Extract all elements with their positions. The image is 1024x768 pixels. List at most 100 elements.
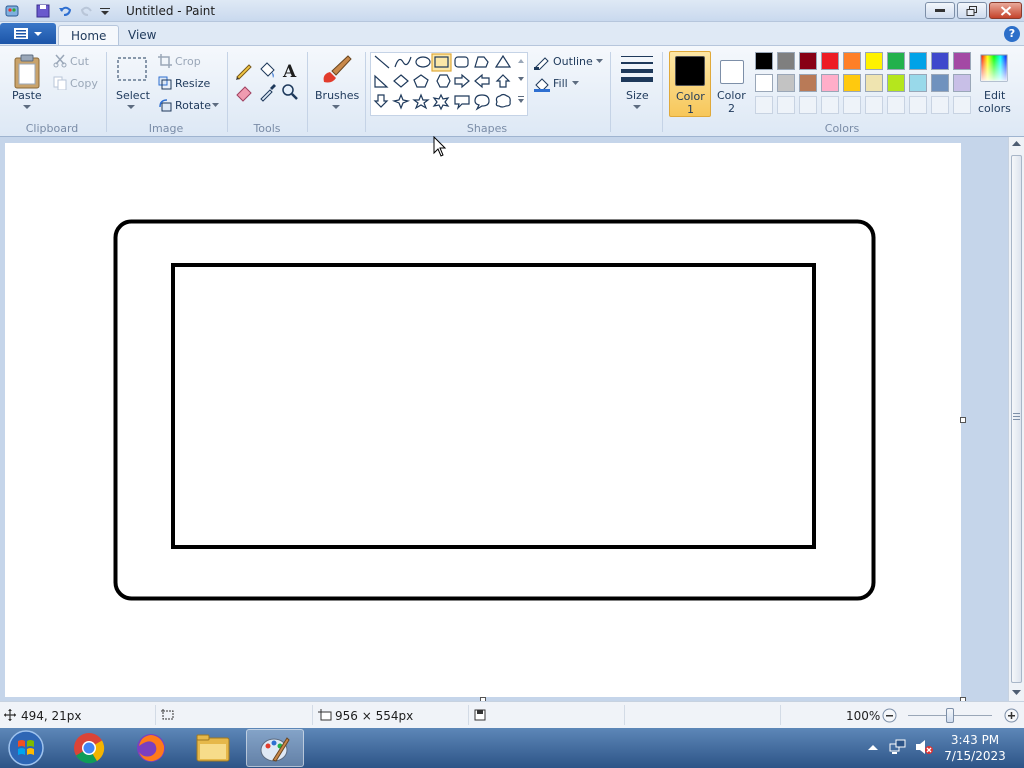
- text-icon[interactable]: A: [280, 60, 300, 80]
- palette-custom-slot[interactable]: [953, 96, 971, 114]
- palette-color-swatch[interactable]: [887, 74, 905, 92]
- four-point-star-shape-icon[interactable]: [391, 93, 411, 110]
- select-dropdown-icon[interactable]: [127, 105, 135, 110]
- redo-icon[interactable]: [79, 3, 95, 19]
- edit-colors-icon[interactable]: [980, 54, 1008, 82]
- left-arrow-shape-icon[interactable]: [474, 73, 490, 89]
- palette-custom-slot[interactable]: [931, 96, 949, 114]
- brushes-icon[interactable]: [318, 52, 354, 88]
- hexagon-shape-icon[interactable]: [436, 74, 451, 88]
- select-icon[interactable]: [116, 56, 148, 84]
- fill-bucket-icon[interactable]: [257, 60, 277, 80]
- palette-custom-slot[interactable]: [843, 96, 861, 114]
- palette-color-swatch[interactable]: [909, 74, 927, 92]
- outline-dropdown-icon[interactable]: [596, 59, 603, 63]
- curve-shape-icon[interactable]: [394, 56, 412, 68]
- palette-color-swatch[interactable]: [953, 74, 971, 92]
- tab-home[interactable]: Home: [58, 25, 120, 46]
- edit-colors-label-2[interactable]: colors: [978, 102, 1011, 115]
- palette-color-swatch[interactable]: [755, 74, 773, 92]
- size-button[interactable]: Size: [626, 89, 649, 102]
- zoom-in-icon[interactable]: [1004, 708, 1019, 723]
- save-icon[interactable]: [35, 3, 51, 19]
- palette-custom-slot[interactable]: [887, 96, 905, 114]
- diamond-shape-icon[interactable]: [393, 74, 409, 88]
- color1-button[interactable]: Color 1: [669, 51, 711, 117]
- rotate-dropdown-icon[interactable]: [212, 103, 219, 107]
- size-dropdown-icon[interactable]: [633, 105, 641, 110]
- shapes-scroll-icons[interactable]: [515, 53, 527, 115]
- palette-color-swatch[interactable]: [865, 74, 883, 92]
- palette-custom-slot[interactable]: [777, 96, 795, 114]
- taskbar-chrome[interactable]: [60, 729, 118, 767]
- palette-color-swatch[interactable]: [777, 74, 795, 92]
- color2-button[interactable]: Color 2: [712, 51, 752, 117]
- rectangular-callout-shape-icon[interactable]: [454, 95, 470, 110]
- palette-color-swatch[interactable]: [953, 52, 971, 70]
- tab-view[interactable]: View: [116, 25, 168, 46]
- palette-color-swatch[interactable]: [887, 52, 905, 70]
- taskbar-firefox[interactable]: [122, 729, 180, 767]
- palette-custom-slot[interactable]: [909, 96, 927, 114]
- close-button[interactable]: [989, 2, 1022, 19]
- paint-menu-button[interactable]: [0, 23, 56, 44]
- vertical-scrollbar[interactable]: [1008, 137, 1024, 701]
- show-hidden-icons-icon[interactable]: [868, 744, 878, 751]
- select-button[interactable]: Select: [116, 89, 150, 102]
- palette-custom-slot[interactable]: [755, 96, 773, 114]
- right-triangle-shape-icon[interactable]: [374, 74, 389, 88]
- magnifier-icon[interactable]: [280, 82, 300, 102]
- palette-color-swatch[interactable]: [755, 52, 773, 70]
- polygon-shape-icon[interactable]: [474, 56, 489, 68]
- volume-muted-icon[interactable]: [914, 738, 934, 756]
- oval-callout-shape-icon[interactable]: [474, 94, 490, 111]
- color-picker-icon[interactable]: [257, 82, 277, 102]
- palette-color-swatch[interactable]: [843, 52, 861, 70]
- paste-button[interactable]: Paste: [12, 89, 42, 102]
- start-button-icon[interactable]: [6, 729, 46, 767]
- five-point-star-shape-icon[interactable]: [412, 93, 430, 110]
- crop-button[interactable]: Crop: [175, 55, 201, 68]
- rotate-button[interactable]: Rotate: [175, 99, 211, 112]
- customize-toolbar-icon[interactable]: [99, 3, 115, 19]
- right-arrow-shape-icon[interactable]: [454, 73, 470, 89]
- zoom-slider-thumb[interactable]: [946, 708, 954, 723]
- restore-button[interactable]: [957, 2, 987, 19]
- scroll-up-icon[interactable]: [1012, 141, 1021, 147]
- oval-shape-icon[interactable]: [415, 56, 431, 68]
- paste-icon[interactable]: [12, 54, 42, 90]
- fill-dropdown-icon[interactable]: [572, 81, 579, 85]
- outline-button[interactable]: Outline: [553, 55, 593, 68]
- palette-color-swatch[interactable]: [777, 52, 795, 70]
- palette-color-swatch[interactable]: [865, 52, 883, 70]
- cut-button[interactable]: Cut: [70, 55, 89, 68]
- taskbar-paint[interactable]: [246, 729, 304, 767]
- palette-color-swatch[interactable]: [799, 52, 817, 70]
- network-icon[interactable]: [889, 738, 907, 756]
- pentagon-shape-icon[interactable]: [413, 74, 429, 88]
- size-icon[interactable]: [620, 54, 654, 82]
- scroll-down-icon[interactable]: [1012, 690, 1021, 696]
- taskbar-file-explorer[interactable]: [184, 729, 242, 767]
- palette-color-swatch[interactable]: [821, 52, 839, 70]
- palette-color-swatch[interactable]: [843, 74, 861, 92]
- line-shape-icon[interactable]: [374, 55, 390, 69]
- palette-custom-slot[interactable]: [865, 96, 883, 114]
- edit-colors-label[interactable]: Edit: [984, 89, 1005, 102]
- help-icon[interactable]: ?: [1004, 26, 1020, 42]
- palette-custom-slot[interactable]: [799, 96, 817, 114]
- palette-color-swatch[interactable]: [799, 74, 817, 92]
- canvas-resize-handle-right[interactable]: [960, 417, 966, 423]
- palette-color-swatch[interactable]: [931, 52, 949, 70]
- cloud-callout-shape-icon[interactable]: [495, 93, 511, 108]
- rounded-rectangle-shape-icon[interactable]: [454, 56, 469, 68]
- pencil-icon[interactable]: [234, 60, 254, 80]
- copy-button[interactable]: Copy: [70, 77, 98, 90]
- six-point-star-shape-icon[interactable]: [432, 93, 450, 111]
- paint-app-icon[interactable]: [4, 3, 20, 19]
- up-arrow-shape-icon[interactable]: [495, 74, 511, 88]
- system-clock[interactable]: 3:43 PM 7/15/2023: [940, 732, 1010, 764]
- palette-color-swatch[interactable]: [909, 52, 927, 70]
- palette-custom-slot[interactable]: [821, 96, 839, 114]
- resize-button[interactable]: Resize: [175, 77, 210, 90]
